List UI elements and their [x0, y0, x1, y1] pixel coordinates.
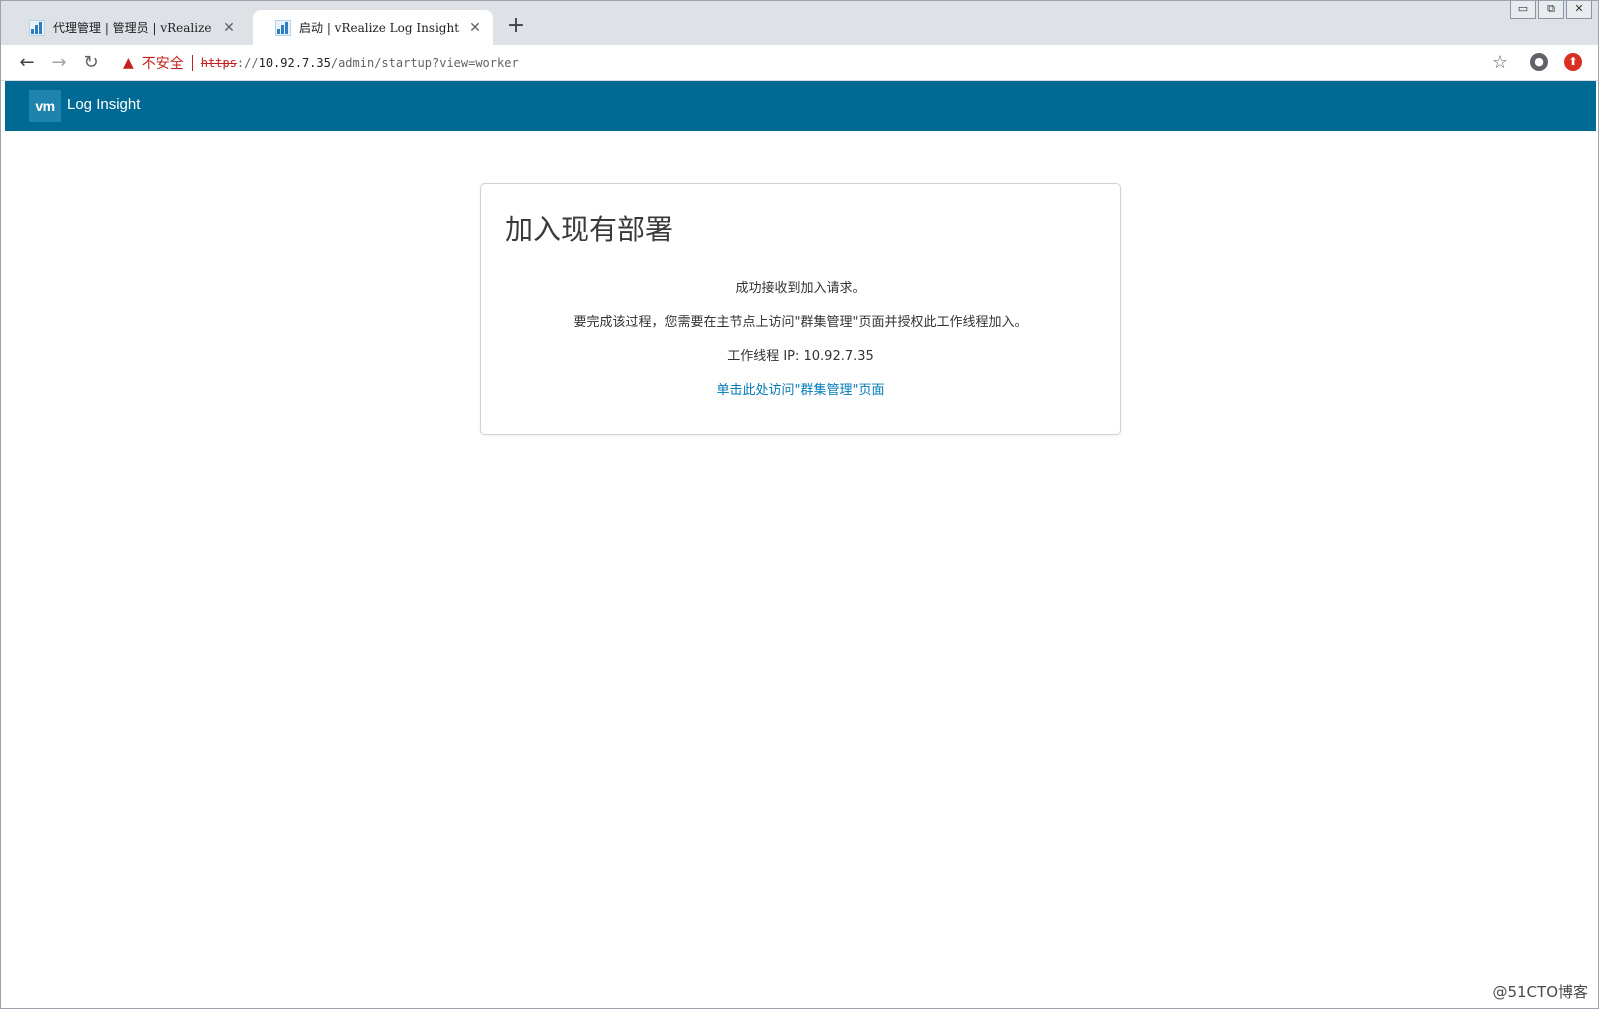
- app-header: vm Log Insight: [5, 81, 1596, 131]
- address-separator: [191, 55, 193, 71]
- extension-update-icon[interactable]: ⬆: [1564, 53, 1582, 71]
- close-tab-icon[interactable]: ✕: [221, 20, 237, 36]
- vmware-logo[interactable]: vm: [29, 90, 61, 122]
- forward-arrow-icon[interactable]: →: [48, 52, 70, 74]
- url-scheme-separator: ://: [236, 56, 259, 70]
- url-host: 10.92.7.35: [258, 56, 331, 70]
- page-title: 加入现有部署: [505, 213, 674, 246]
- close-tab-icon[interactable]: ✕: [467, 20, 483, 36]
- restore-icon[interactable]: ⧉: [1538, 1, 1564, 19]
- url-path: /admin/startup?view=worker: [330, 56, 519, 70]
- tab-startup[interactable]: 启动 | vRealize Log Insight ✕: [253, 10, 493, 45]
- tab-title: 启动 | vRealize Log Insight: [299, 21, 460, 35]
- url-text[interactable]: https://10.92.7.35/admin/startup?view=wo…: [201, 56, 519, 70]
- join-deployment-card: 加入现有部署 成功接收到加入请求。 要完成该过程，您需要在主节点上访问"群集管理…: [480, 183, 1121, 435]
- cluster-management-link[interactable]: 单击此处访问"群集管理"页面: [717, 383, 885, 398]
- window-controls: ▭ ⧉ ✕: [1510, 1, 1592, 19]
- url-scheme: https: [200, 56, 237, 70]
- browser-window: 代理管理 | 管理员 | vRealize ✕ 启动 | vRealize Lo…: [0, 0, 1599, 1009]
- chart-favicon-icon: [275, 19, 291, 36]
- bookmark-star-icon[interactable]: ☆: [1492, 52, 1508, 73]
- new-tab-button[interactable]: +: [503, 13, 529, 39]
- back-arrow-icon[interactable]: ←: [16, 52, 38, 74]
- worker-ip-text: 工作线程 IP: 10.92.7.35: [727, 349, 874, 364]
- app-name: Log Insight: [67, 96, 141, 113]
- instruction-text: 要完成该过程，您需要在主节点上访问"群集管理"页面并授权此工作线程加入。: [573, 315, 1028, 330]
- address-bar[interactable]: ▲ 不安全 https://10.92.7.35/admin/startup?v…: [113, 49, 1523, 77]
- minimize-icon[interactable]: ▭: [1510, 1, 1536, 19]
- join-request-received-text: 成功接收到加入请求。: [735, 281, 866, 296]
- browser-toolbar: ← → ↻ ▲ 不安全 https://10.92.7.35/admin/sta…: [1, 45, 1598, 81]
- profile-avatar-icon[interactable]: ●: [1530, 53, 1548, 71]
- tab-strip: 代理管理 | 管理员 | vRealize ✕ 启动 | vRealize Lo…: [1, 1, 1598, 45]
- security-status-label[interactable]: 不安全: [142, 53, 184, 73]
- warning-triangle-icon[interactable]: ▲: [123, 55, 134, 71]
- tab-proxy-management[interactable]: 代理管理 | 管理员 | vRealize ✕: [7, 10, 247, 45]
- watermark: @51CTO博客: [1492, 983, 1588, 1001]
- chart-favicon-icon: [29, 19, 45, 36]
- close-window-icon[interactable]: ✕: [1566, 1, 1592, 19]
- reload-icon[interactable]: ↻: [80, 52, 102, 74]
- card-body: 成功接收到加入请求。 要完成该过程，您需要在主节点上访问"群集管理"页面并授权此…: [481, 280, 1120, 416]
- tab-title: 代理管理 | 管理员 | vRealize: [53, 21, 212, 35]
